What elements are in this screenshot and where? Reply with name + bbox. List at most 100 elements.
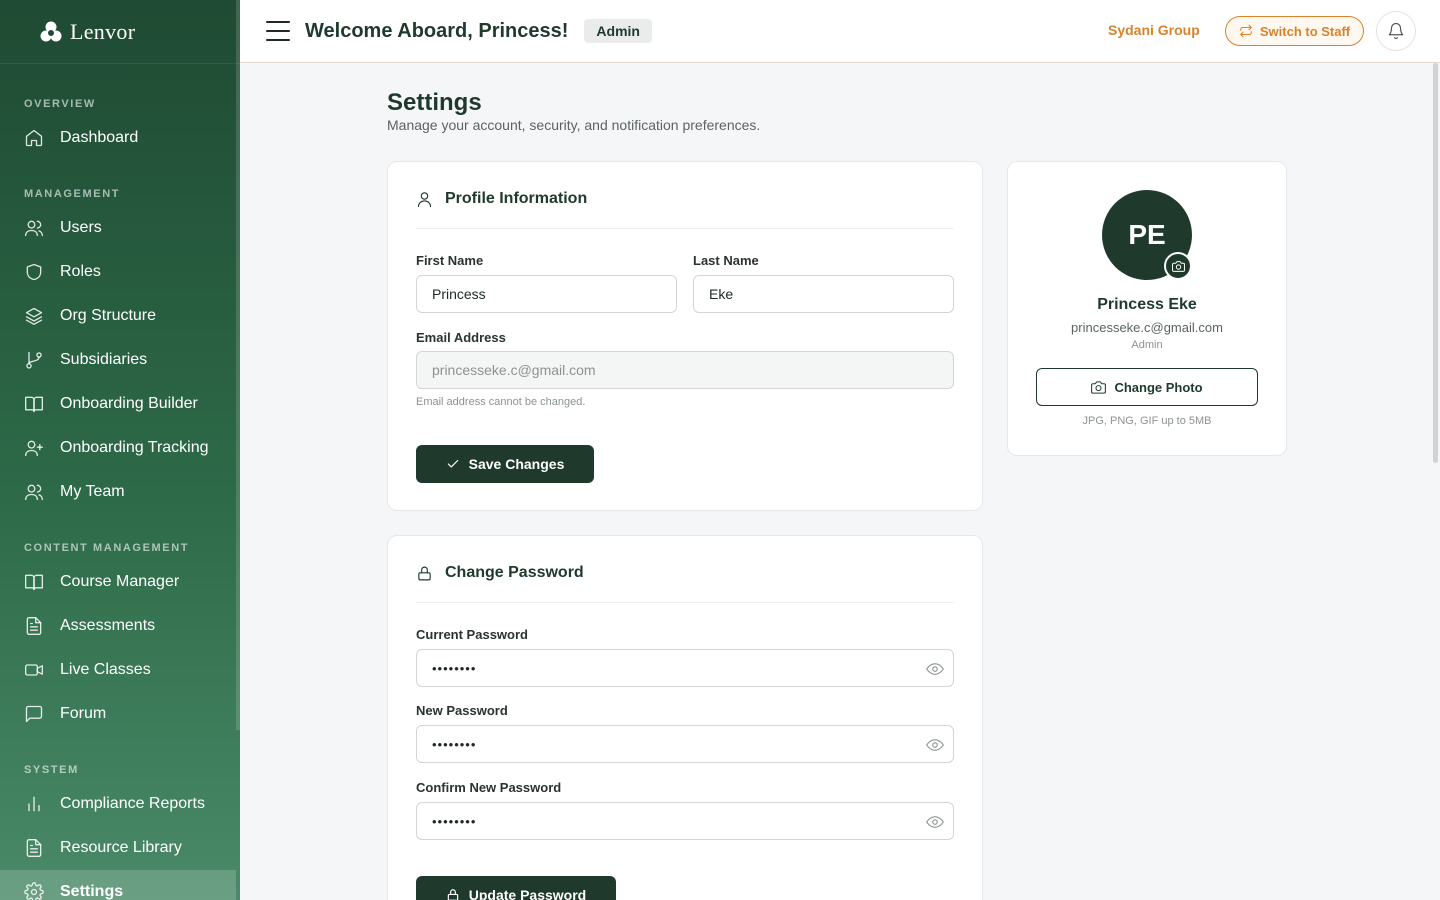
sidebar-item-label: Roles	[60, 263, 101, 280]
org-name-link[interactable]: Sydani Group	[1108, 22, 1200, 38]
page-title: Settings	[387, 89, 482, 116]
section-label-overview: OVERVIEW	[24, 98, 96, 110]
eye-icon[interactable]	[926, 736, 944, 754]
confirm-password-input[interactable]: ••••••••	[416, 802, 954, 840]
switch-to-staff-button[interactable]: Switch to Staff	[1225, 16, 1364, 46]
sidebar-item-my-team[interactable]: My Team	[0, 470, 209, 514]
main-scrollbar[interactable]	[1433, 63, 1438, 463]
role-badge: Admin	[584, 19, 652, 43]
section-label-content-management: CONTENT MANAGEMENT	[24, 542, 190, 554]
profile-name: Princess Eke	[1097, 296, 1197, 313]
profile-role: Admin	[1131, 339, 1163, 351]
sidebar-item-label: Dashboard	[60, 129, 139, 146]
current-password-input[interactable]: ••••••••	[416, 649, 954, 687]
sidebar-item-forum[interactable]: Forum	[0, 692, 179, 736]
sidebar-item-label: Compliance Reports	[60, 795, 205, 812]
menu-toggle-icon[interactable]	[266, 21, 290, 41]
email-label: Email Address	[416, 330, 506, 345]
sidebar-item-label: Resource Library	[60, 839, 182, 856]
avatar-camera-button[interactable]	[1164, 252, 1192, 280]
notifications-button[interactable]	[1376, 11, 1416, 51]
confirm-password-value: ••••••••	[432, 813, 477, 829]
sidebar-item-onboarding-builder[interactable]: Onboarding Builder	[0, 382, 209, 426]
profile-email: princesseke.c@gmail.com	[1071, 320, 1223, 335]
top-header: Welcome Aboard, Princess! Admin Sydani G…	[240, 0, 1440, 63]
branch-icon	[26, 351, 42, 369]
change-password-card: Change Password Current Password •••••••…	[387, 535, 983, 900]
change-photo-button[interactable]: Change Photo	[1036, 368, 1258, 406]
message-icon	[25, 705, 43, 723]
repeat-icon	[1240, 24, 1252, 38]
last-name-label: Last Name	[693, 253, 759, 268]
new-password-input[interactable]: ••••••••	[416, 725, 954, 763]
current-password-label: Current Password	[416, 627, 528, 642]
shield-icon	[26, 263, 42, 281]
sidebar-item-live-classes[interactable]: Live Classes	[0, 648, 179, 692]
users-icon	[25, 220, 43, 237]
user-icon	[417, 191, 432, 207]
sidebar-item-settings[interactable]: Settings	[0, 870, 236, 900]
sidebar-item-course-manager[interactable]: Course Manager	[0, 560, 179, 604]
sidebar-item-label: Users	[60, 219, 102, 236]
eye-icon[interactable]	[926, 660, 944, 678]
sidebar-item-label: Onboarding Tracking	[60, 439, 209, 456]
users-icon	[25, 484, 43, 501]
sidebar-item-compliance-reports[interactable]: Compliance Reports	[0, 782, 236, 826]
bar-chart-icon	[28, 796, 40, 812]
section-label-system: SYSTEM	[24, 764, 79, 776]
first-name-input[interactable]: Princess	[416, 275, 677, 313]
gear-icon	[24, 882, 44, 900]
sidebar-item-label: Course Manager	[60, 573, 180, 590]
save-changes-button[interactable]: Save Changes	[416, 445, 594, 483]
file-text-icon	[26, 617, 42, 635]
switch-to-staff-label: Switch to Staff	[1259, 23, 1351, 39]
sidebar-scrollbar[interactable]	[236, 0, 240, 730]
layers-icon	[25, 307, 43, 325]
sidebar-item-onboarding-tracking[interactable]: Onboarding Tracking	[0, 426, 209, 470]
new-password-label: New Password	[416, 703, 508, 718]
password-card-title: Change Password	[416, 564, 584, 582]
update-password-button[interactable]: Update Password	[416, 876, 616, 900]
photo-hint: JPG, PNG, GIF up to 5MB	[1082, 415, 1212, 427]
page-subtitle: Manage your account, security, and notif…	[387, 117, 761, 133]
lenvor-logo-icon	[40, 21, 62, 41]
email-input: princesseke.c@gmail.com	[416, 351, 954, 389]
new-password-value: ••••••••	[432, 736, 477, 752]
home-icon	[25, 129, 43, 147]
welcome-message: Welcome Aboard, Princess!	[305, 19, 569, 42]
sidebar-item-resource-library[interactable]: Resource Library	[0, 826, 236, 870]
lock-icon	[447, 889, 458, 900]
file-text-icon	[26, 839, 42, 857]
profile-card-title-text: Profile Information	[445, 190, 588, 207]
sidebar-item-label: Subsidiaries	[60, 351, 148, 368]
last-name-input[interactable]: Eke	[693, 275, 954, 313]
sidebar-item-label: Assessments	[60, 617, 156, 634]
section-label-management: MANAGEMENT	[24, 188, 121, 200]
sidebar-item-org-structure[interactable]: Org Structure	[0, 294, 209, 338]
brand[interactable]: Lenvor	[0, 0, 240, 64]
sidebar-item-label: Settings	[60, 883, 124, 900]
book-icon	[25, 396, 43, 413]
bell-icon	[1388, 22, 1404, 40]
sidebar-item-label: Org Structure	[60, 307, 157, 324]
book-icon	[25, 574, 43, 591]
sidebar-item-users[interactable]: Users	[0, 206, 209, 250]
email-hint: Email address cannot be changed.	[416, 396, 586, 408]
eye-icon[interactable]	[926, 813, 944, 831]
sidebar-item-label: Forum	[60, 705, 107, 722]
save-changes-label: Save Changes	[468, 456, 565, 472]
current-password-value: ••••••••	[432, 660, 477, 676]
sidebar-item-roles[interactable]: Roles	[0, 250, 209, 294]
sidebar-item-subsidiaries[interactable]: Subsidiaries	[0, 338, 209, 382]
profile-photo-card: PE Princess Eke princesseke.c@gmail.com …	[1007, 161, 1287, 456]
confirm-password-label: Confirm New Password	[416, 780, 562, 795]
profile-card-title: Profile Information	[416, 190, 587, 208]
user-plus-icon	[25, 440, 43, 457]
camera-icon	[1171, 260, 1185, 272]
sidebar-item-dashboard[interactable]: Dashboard	[0, 116, 138, 160]
divider	[416, 602, 954, 603]
sidebar-item-assessments[interactable]: Assessments	[0, 604, 179, 648]
video-icon	[25, 664, 43, 676]
sidebar-item-label: Onboarding Builder	[60, 395, 198, 412]
check-icon	[447, 459, 458, 468]
